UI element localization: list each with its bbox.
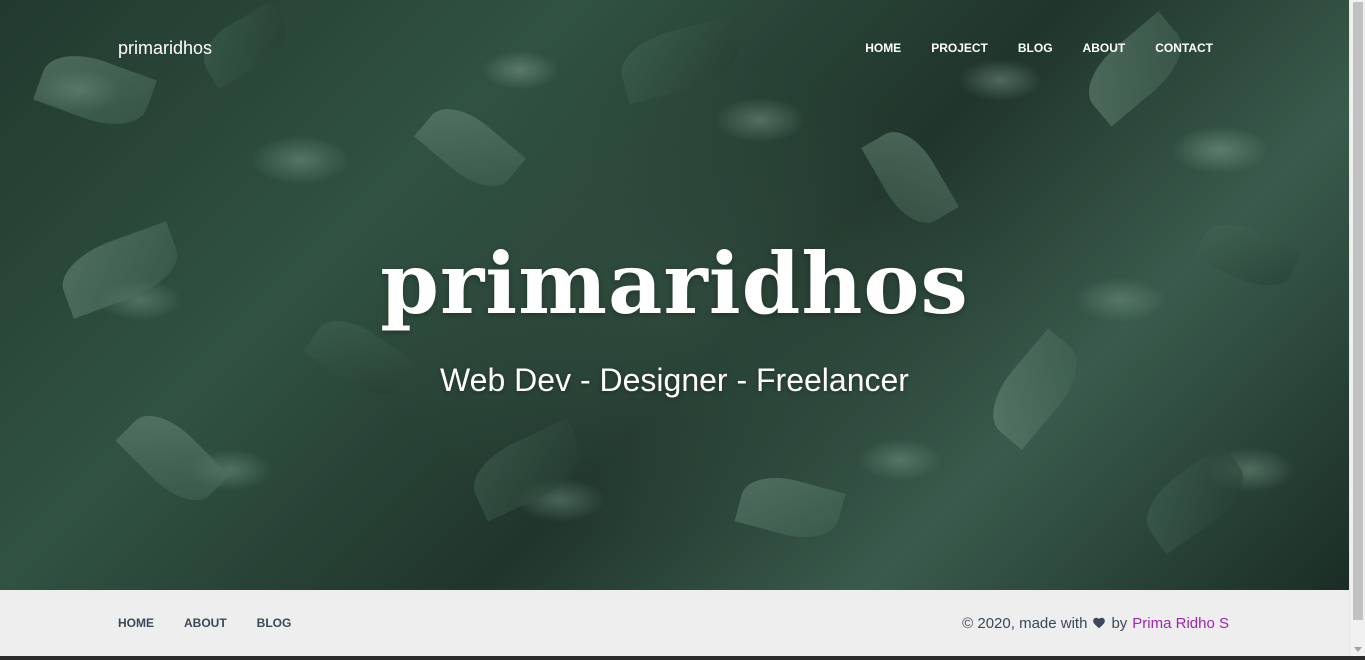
scrollbar-thumb[interactable] bbox=[1353, 2, 1363, 620]
nav-link-blog[interactable]: BLOG bbox=[1003, 41, 1068, 55]
copyright-text: © 2020, made with bbox=[962, 614, 1088, 632]
by-text: by bbox=[1111, 614, 1128, 632]
navbar: primaridhos HOME PROJECT BLOG ABOUT CONT… bbox=[0, 0, 1349, 96]
hero-title: primaridhos bbox=[380, 234, 969, 333]
scroll-down-arrow-icon[interactable] bbox=[1354, 647, 1362, 652]
hero-subtitle: Web Dev - Designer - Freelancer bbox=[440, 362, 909, 398]
brand-link[interactable]: primaridhos bbox=[118, 38, 212, 59]
footer-link-about[interactable]: ABOUT bbox=[184, 616, 227, 630]
nav-link-contact[interactable]: CONTACT bbox=[1140, 41, 1213, 55]
footer-link-blog[interactable]: BLOG bbox=[257, 616, 292, 630]
heart-icon bbox=[1092, 616, 1106, 630]
author-link[interactable]: Prima Ridho S bbox=[1132, 615, 1229, 632]
main-nav: HOME PROJECT BLOG ABOUT CONTACT bbox=[850, 41, 1213, 55]
nav-link-home[interactable]: HOME bbox=[850, 41, 916, 55]
footer-link-home[interactable]: HOME bbox=[118, 616, 154, 630]
nav-link-about[interactable]: ABOUT bbox=[1068, 41, 1141, 55]
footer: HOME ABOUT BLOG © 2020, made with by Pri… bbox=[0, 590, 1349, 656]
footer-nav: HOME ABOUT BLOG bbox=[118, 616, 291, 630]
bottom-bar bbox=[0, 656, 1365, 660]
nav-link-project[interactable]: PROJECT bbox=[916, 41, 1003, 55]
copyright: © 2020, made with by Prima Ridho S bbox=[962, 615, 1229, 632]
page-scrollbar[interactable] bbox=[1349, 0, 1365, 656]
hero-section: primaridhos HOME PROJECT BLOG ABOUT CONT… bbox=[0, 0, 1349, 590]
